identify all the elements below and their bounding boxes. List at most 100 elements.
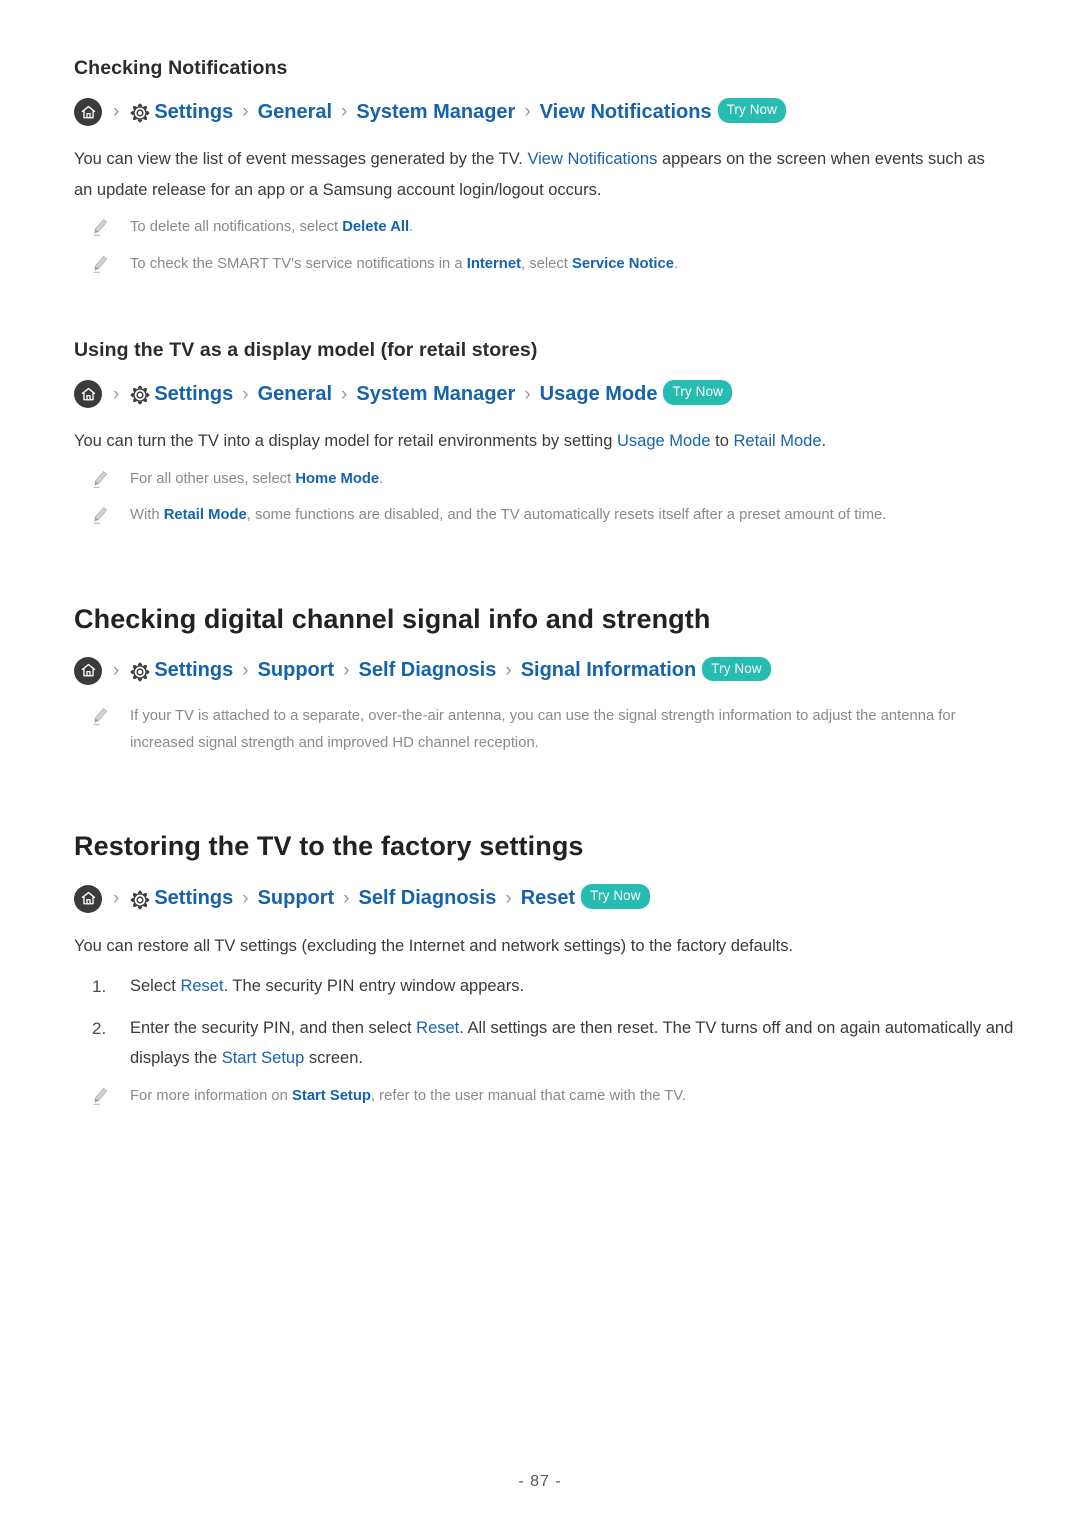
breadcrumb-item-self-diagnosis[interactable]: Self Diagnosis xyxy=(359,658,497,683)
step-part: Enter the security PIN, and then select xyxy=(130,1018,417,1037)
step-part: Select xyxy=(130,977,181,996)
section-paragraph: You can restore all TV settings (excludi… xyxy=(74,936,794,955)
inline-link-view-notifications[interactable]: View Notifications xyxy=(527,150,657,168)
breadcrumb-separator: › xyxy=(113,887,120,909)
note-link-start-setup[interactable]: Start Setup xyxy=(292,1088,371,1104)
step-text: Select Reset. The security PIN entry win… xyxy=(130,971,524,1002)
note-part: To check the SMART TV's service notifica… xyxy=(130,255,467,272)
step-text: Enter the security PIN, and then select … xyxy=(130,1013,1014,1074)
pencil-note-icon xyxy=(92,470,110,490)
try-now-badge[interactable]: Try Now xyxy=(717,98,787,123)
breadcrumb-item-general[interactable]: General xyxy=(258,382,332,407)
breadcrumb-separator: › xyxy=(505,659,512,681)
breadcrumb: › Settings › General › System Manager › … xyxy=(74,98,1018,127)
breadcrumb-separator: › xyxy=(343,887,350,909)
paragraph-text: to xyxy=(710,432,734,451)
note-link-internet[interactable]: Internet xyxy=(467,256,521,272)
note-part: . xyxy=(409,219,414,236)
try-now-badge[interactable]: Try Now xyxy=(663,380,732,405)
breadcrumb-item-signal-information[interactable]: Signal Information xyxy=(521,658,697,683)
home-icon[interactable] xyxy=(74,380,102,409)
breadcrumb-separator: › xyxy=(113,659,120,681)
breadcrumb-separator: › xyxy=(242,659,249,681)
breadcrumb-separator: › xyxy=(242,101,249,123)
breadcrumb-item-support[interactable]: Support xyxy=(258,658,335,683)
step-part: screen. xyxy=(304,1049,363,1068)
note-item: With Retail Mode, some functions are dis… xyxy=(74,502,1018,529)
home-icon[interactable] xyxy=(74,98,102,127)
home-icon[interactable] xyxy=(74,884,102,913)
section-heading-signal-info: Checking digital channel signal info and… xyxy=(74,603,711,634)
note-item: To delete all notifications, select Dele… xyxy=(74,214,1018,241)
note-text: If your TV is attached to a separate, ov… xyxy=(130,707,956,752)
breadcrumb-item-settings[interactable]: Settings xyxy=(154,886,233,911)
breadcrumb-item-general[interactable]: General xyxy=(258,100,332,125)
breadcrumb-item-settings[interactable]: Settings xyxy=(154,100,233,125)
note-part: , some functions are disabled, and the T… xyxy=(246,507,887,524)
section-paragraph: You can view the list of event messages … xyxy=(74,144,1004,205)
manual-page: Checking Notifications › Settings › Gene… xyxy=(0,0,1080,1527)
step-number: 1. xyxy=(92,977,107,997)
note-link-retail-mode[interactable]: Retail Mode xyxy=(164,507,247,523)
breadcrumb-separator: › xyxy=(341,383,348,405)
paragraph-text: You can view the list of event messages … xyxy=(74,150,528,169)
breadcrumb-separator: › xyxy=(113,101,120,123)
inline-link-start-setup[interactable]: Start Setup xyxy=(222,1049,305,1067)
note-text: For all other uses, select Home Mode. xyxy=(130,466,383,493)
page-number: - 87 - xyxy=(518,1473,562,1490)
try-now-badge[interactable]: Try Now xyxy=(581,884,650,909)
breadcrumb-item-self-diagnosis[interactable]: Self Diagnosis xyxy=(359,886,497,911)
note-link-service-notice[interactable]: Service Notice xyxy=(572,256,674,272)
note-part: . xyxy=(674,255,679,272)
section-heading-factory-reset: Restoring the TV to the factory settings xyxy=(74,831,584,862)
pencil-note-icon xyxy=(92,218,110,238)
note-item: To check the SMART TV's service notifica… xyxy=(74,251,1018,278)
gear-icon[interactable] xyxy=(128,102,151,125)
list-item: 1. Select Reset. The security PIN entry … xyxy=(74,971,1014,1002)
breadcrumb-item-system-manager[interactable]: System Manager xyxy=(356,382,515,407)
note-item: For more information on Start Setup, ref… xyxy=(74,1083,1018,1110)
note-item: If your TV is attached to a separate, ov… xyxy=(74,703,1018,758)
list-item: 2. Enter the security PIN, and then sele… xyxy=(74,1013,1014,1074)
note-part: For more information on xyxy=(130,1087,293,1104)
breadcrumb-item-view-notifications[interactable]: View Notifications xyxy=(540,100,712,125)
pencil-note-icon xyxy=(92,1087,110,1107)
breadcrumb-item-system-manager[interactable]: System Manager xyxy=(356,100,515,125)
pencil-note-icon xyxy=(92,506,110,526)
try-now-badge[interactable]: Try Now xyxy=(702,656,771,682)
breadcrumb-item-reset[interactable]: Reset xyxy=(521,886,575,911)
step-number: 2. xyxy=(92,1018,107,1038)
breadcrumb-separator: › xyxy=(113,383,120,405)
breadcrumb: › Settings › Support › Self Diagnosis › … xyxy=(74,656,1018,685)
breadcrumb-separator: › xyxy=(524,101,531,123)
breadcrumb-item-settings[interactable]: Settings xyxy=(154,382,233,407)
breadcrumb-separator: › xyxy=(341,101,348,123)
note-part: With xyxy=(130,507,164,524)
note-link-delete-all[interactable]: Delete All xyxy=(342,219,409,235)
inline-link-reset[interactable]: Reset xyxy=(180,977,223,995)
gear-icon[interactable] xyxy=(128,660,151,683)
breadcrumb-item-settings[interactable]: Settings xyxy=(154,658,233,683)
gear-icon[interactable] xyxy=(128,888,151,911)
inline-link-reset[interactable]: Reset xyxy=(416,1019,459,1037)
inline-link-usage-mode[interactable]: Usage Mode xyxy=(617,432,711,450)
pencil-note-icon xyxy=(92,707,110,727)
breadcrumb-separator: › xyxy=(524,383,531,405)
home-icon[interactable] xyxy=(74,656,102,685)
breadcrumb: › Settings › General › System Manager › … xyxy=(74,380,1018,409)
breadcrumb-separator: › xyxy=(505,887,512,909)
breadcrumb-item-usage-mode[interactable]: Usage Mode xyxy=(540,382,658,407)
inline-link-retail-mode[interactable]: Retail Mode xyxy=(733,432,821,450)
breadcrumb-separator: › xyxy=(343,659,350,681)
gear-icon[interactable] xyxy=(128,384,151,407)
note-text: For more information on Start Setup, ref… xyxy=(130,1083,686,1110)
breadcrumb-item-support[interactable]: Support xyxy=(258,886,335,911)
note-text: With Retail Mode, some functions are dis… xyxy=(130,502,886,529)
note-link-home-mode[interactable]: Home Mode xyxy=(295,471,379,487)
pencil-note-icon xyxy=(92,255,110,275)
section-heading-retail: Using the TV as a display model (for ret… xyxy=(74,339,538,362)
breadcrumb-separator: › xyxy=(242,887,249,909)
note-part: , refer to the user manual that came wit… xyxy=(370,1087,686,1104)
